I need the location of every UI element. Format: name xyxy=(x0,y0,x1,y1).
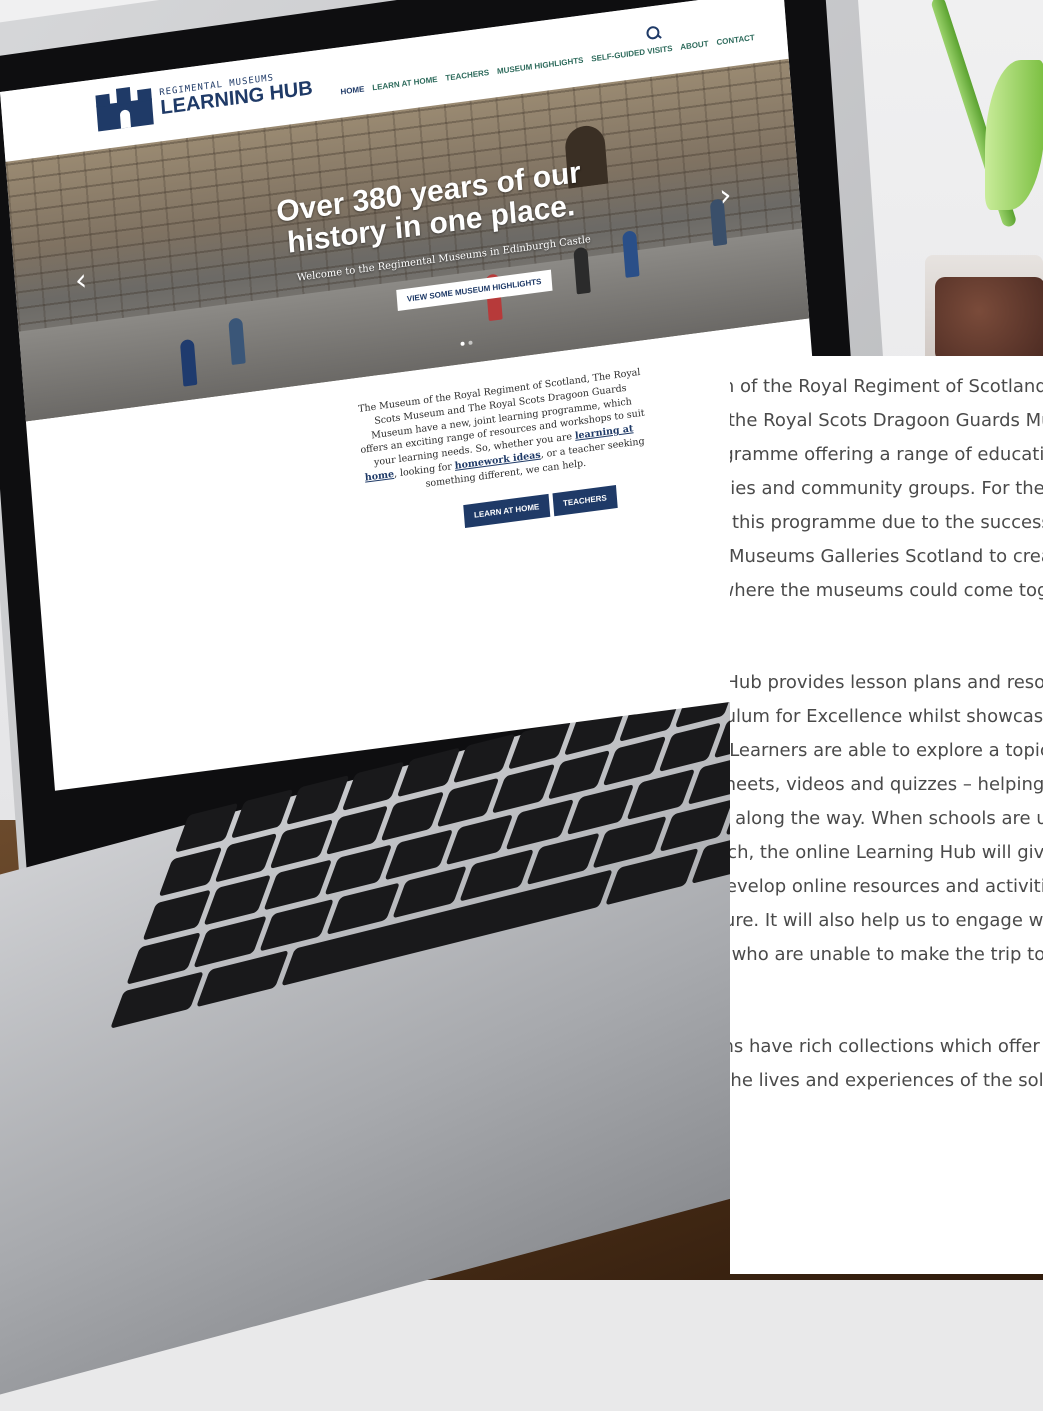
slider-dot[interactable] xyxy=(468,340,473,345)
intro-buttons: LEARN AT HOME TEACHERS xyxy=(463,484,618,529)
nav-self-guided-visits[interactable]: SELF-GUIDED VISITS xyxy=(591,44,673,64)
nav-teachers[interactable]: TEACHERS xyxy=(445,68,489,83)
teachers-button[interactable]: TEACHERS xyxy=(552,484,618,517)
nav-about[interactable]: ABOUT xyxy=(680,39,709,52)
nav-museum-highlights[interactable]: MUSEUM HIGHLIGHTS xyxy=(497,56,584,76)
glass-jar xyxy=(925,255,1043,365)
slider-dot[interactable] xyxy=(460,341,465,347)
nav-learn-at-home[interactable]: LEARN AT HOME xyxy=(372,75,438,93)
laptop-screen: REGIMENTAL MUSEUMS LEARNING HUB HOME LEA… xyxy=(0,0,839,791)
panel-paragraph: The Museum of the Royal Regiment of Scot… xyxy=(730,376,1043,601)
intro-text-part: The Museum of the Royal Regiment of Scot… xyxy=(357,366,646,469)
intro-text: The Museum of the Royal Regiment of Scot… xyxy=(355,365,650,499)
logo-text: REGIMENTAL MUSEUMS LEARNING HUB xyxy=(159,69,313,119)
learn-at-home-button[interactable]: LEARN AT HOME xyxy=(463,493,551,529)
text-panel-content: The Museum of the Royal Regiment of Scot… xyxy=(730,370,1043,1156)
castle-icon xyxy=(95,84,154,132)
nav-contact[interactable]: CONTACT xyxy=(716,33,755,47)
text-panel: The Museum of the Royal Regiment of Scot… xyxy=(730,356,1043,1274)
jar-contents xyxy=(935,277,1043,362)
panel-paragraph: The Learning Hub provides lesson plans a… xyxy=(730,672,1043,965)
search-icon[interactable] xyxy=(646,25,660,41)
nav-home[interactable]: HOME xyxy=(340,84,365,96)
panel-paragraph: Our museums have rich collections which … xyxy=(730,1036,1043,1091)
